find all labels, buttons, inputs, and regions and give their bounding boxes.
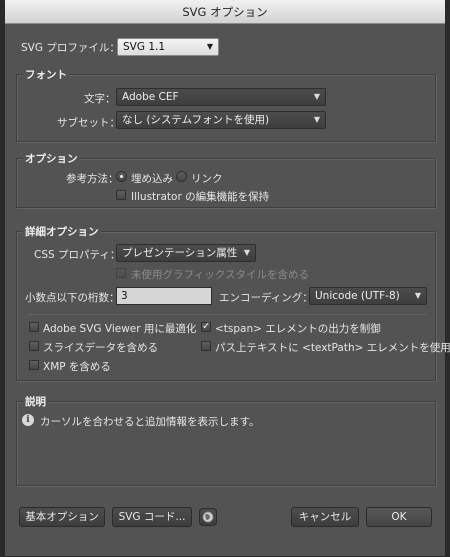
chevron-down-icon: ▼ xyxy=(414,291,421,300)
encoding-value: Unicode (UTF-8) xyxy=(315,290,400,302)
embed-radio[interactable] xyxy=(116,171,127,182)
slice-label: スライスデータを含める xyxy=(43,342,159,354)
profile-value: SVG 1.1 xyxy=(123,41,166,53)
svg-options-dialog: SVG オプション SVG プロファイル： SVG 1.1 ▼ フォント 文字：… xyxy=(4,0,450,557)
chevron-down-icon: ▼ xyxy=(243,248,250,257)
unused-styles-label: 未使用グラフィックスタイルを含める xyxy=(131,269,309,281)
description-text: カーソルを合わせると追加情報を表示します。 xyxy=(40,416,260,428)
subset-label: サブセット： xyxy=(57,117,120,129)
title-bar: SVG オプション xyxy=(5,0,445,24)
slice-checkbox[interactable] xyxy=(29,341,39,351)
char-value: Adobe CEF xyxy=(122,91,179,103)
textpath-label: パス上テキストに <textPath> エレメントを使用 xyxy=(215,342,450,354)
link-radio[interactable] xyxy=(176,171,187,182)
xmp-label: XMP を含める xyxy=(43,361,111,373)
svg-code-button[interactable]: SVG コード... xyxy=(112,507,192,527)
description-group-title: 説明 xyxy=(23,394,48,409)
profile-select[interactable]: SVG 1.1 ▼ xyxy=(117,38,219,56)
chevron-down-icon: ▼ xyxy=(206,42,213,51)
embed-label: 埋め込み xyxy=(131,173,173,185)
chevron-down-icon: ▼ xyxy=(313,92,320,101)
image-location-label: 参考方法： xyxy=(66,173,119,185)
info-icon: i xyxy=(22,414,34,426)
web-preview-button[interactable] xyxy=(199,508,217,526)
tspan-checkbox[interactable]: ✓ xyxy=(201,322,211,332)
cancel-button[interactable]: キャンセル xyxy=(291,507,359,527)
subset-select[interactable]: なし (システムフォントを使用) ▼ xyxy=(116,111,326,129)
preserve-label: Illustrator の編集機能を保持 xyxy=(131,191,270,203)
tspan-label: <tspan> エレメントの出力を制御 xyxy=(215,323,381,335)
css-label: CSS プロパティ： xyxy=(34,249,121,261)
char-label: 文字： xyxy=(84,93,116,105)
xmp-checkbox[interactable] xyxy=(29,360,39,370)
link-label: リンク xyxy=(191,173,223,185)
preserve-checkbox[interactable] xyxy=(116,190,126,200)
font-group xyxy=(16,74,436,142)
basic-options-button[interactable]: 基本オプション xyxy=(19,507,105,527)
decimal-label: 小数点以下の桁数： xyxy=(25,292,120,304)
encoding-select[interactable]: Unicode (UTF-8) ▼ xyxy=(309,287,427,305)
profile-label: SVG プロファイル： xyxy=(21,42,120,54)
unused-styles-checkbox[interactable] xyxy=(116,268,126,278)
font-group-title: フォント xyxy=(23,67,69,82)
char-select[interactable]: Adobe CEF ▼ xyxy=(116,88,326,106)
advanced-group-title: 詳細オプション xyxy=(23,224,101,239)
viewer-checkbox[interactable] xyxy=(29,322,39,332)
globe-icon xyxy=(202,511,214,523)
encoding-label: エンコーディング： xyxy=(219,292,313,304)
chevron-down-icon: ▼ xyxy=(313,115,320,124)
ok-button[interactable]: OK xyxy=(366,507,432,527)
options-group-title: オプション xyxy=(23,151,80,166)
viewer-label: Adobe SVG Viewer 用に最適化 xyxy=(43,323,197,335)
textpath-checkbox[interactable] xyxy=(201,341,211,351)
decimal-input[interactable]: 3 xyxy=(116,287,212,305)
css-select[interactable]: プレゼンテーション属性 ▼ xyxy=(116,244,256,262)
divider xyxy=(27,314,427,315)
subset-value: なし (システムフォントを使用) xyxy=(122,114,270,126)
css-value: プレゼンテーション属性 xyxy=(122,247,238,259)
